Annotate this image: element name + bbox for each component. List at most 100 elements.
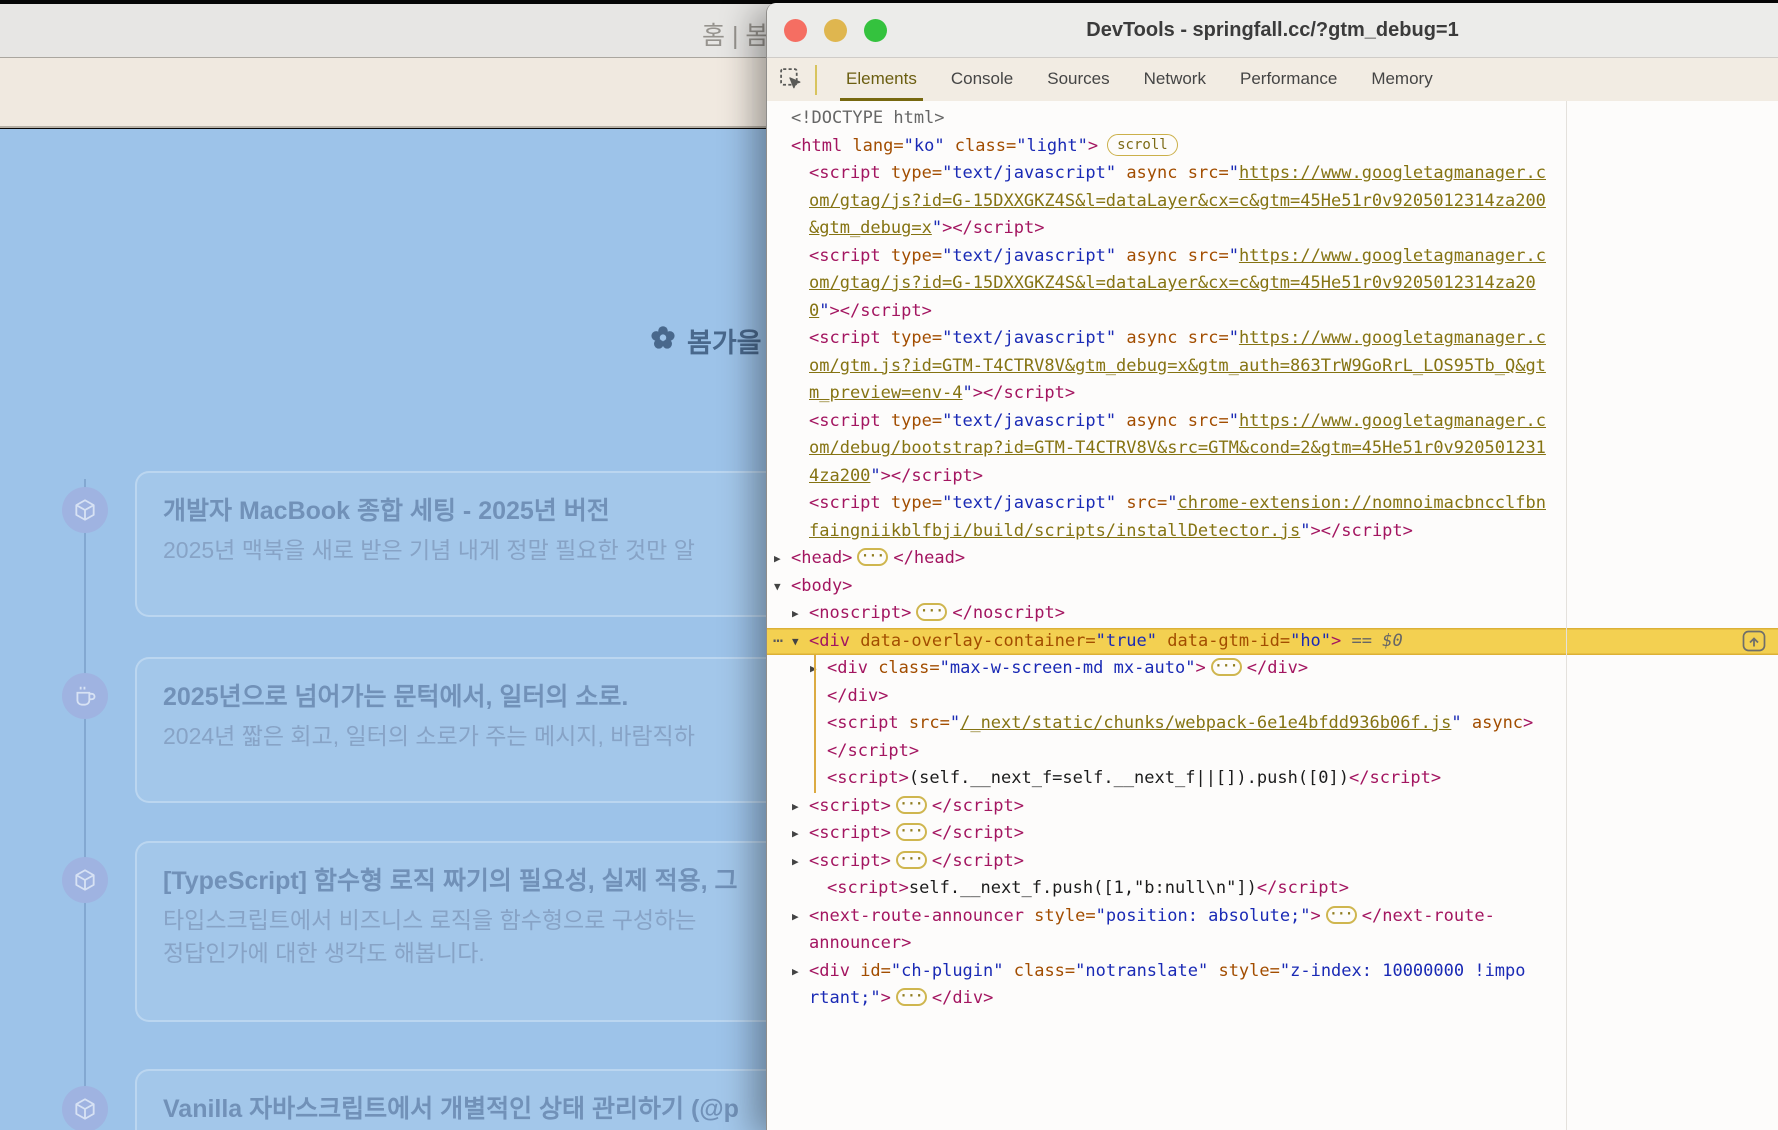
dom-tree-row[interactable]: <script type="text/javascript" async src… (767, 243, 1778, 271)
dom-tree-row[interactable]: <script>(self.__next_f=self.__next_f||[]… (767, 765, 1778, 793)
dom-tree-row[interactable]: ▶<head>···</head> (767, 545, 1778, 573)
expand-arrow-icon[interactable]: ▶ (792, 820, 799, 848)
code-token: </div> (932, 988, 993, 1008)
dom-tree-row[interactable]: <script type="text/javascript" src="chro… (767, 490, 1778, 518)
collapse-arrow-icon[interactable]: ▼ (792, 628, 799, 656)
expand-arrow-icon[interactable]: ▶ (792, 903, 799, 931)
close-button[interactable] (784, 19, 807, 42)
dom-tree-row[interactable]: rtant;">···</div> (767, 985, 1778, 1013)
expand-arrow-icon[interactable]: ▶ (792, 958, 799, 986)
collapse-arrow-icon[interactable]: ▼ (774, 573, 781, 601)
ellipsis-icon[interactable]: ··· (896, 823, 927, 841)
post-card[interactable]: 개발자 MacBook 종합 세팅 - 2025년 버전2025년 맥북을 새로… (135, 471, 766, 617)
dom-tree-row[interactable]: announcer> (767, 930, 1778, 958)
code-token: " (819, 301, 829, 321)
dom-tree-row[interactable]: ▶<next-route-announcer style="position: … (767, 903, 1778, 931)
dom-tree-row[interactable]: ▶<div id="ch-plugin" class="notranslate"… (767, 958, 1778, 986)
tab-sources[interactable]: Sources (1030, 58, 1126, 101)
code-token: == (1341, 631, 1382, 651)
tab-console[interactable]: Console (934, 58, 1030, 101)
tree-indent-guide (814, 655, 816, 793)
dom-tree-row[interactable]: 4za200"></script> (767, 463, 1778, 491)
zoom-button[interactable] (864, 19, 887, 42)
code-token: /_next/static/chunks/webpack-6e1e4bfdd93… (960, 713, 1451, 733)
dom-tree-row[interactable]: <html lang="ko" class="light">scroll (767, 133, 1778, 161)
dom-tree-row[interactable]: ▶<script>···</script> (767, 820, 1778, 848)
ellipsis-icon[interactable]: ··· (1211, 658, 1242, 676)
dom-tree-row[interactable]: ▶<div class="max-w-screen-md mx-auto">··… (767, 655, 1778, 683)
post-card[interactable]: Vanilla 자바스크립트에서 개별적인 상태 관리하기 (@p상태 관리에 … (135, 1069, 766, 1130)
ellipsis-icon[interactable]: ··· (857, 548, 888, 566)
tab-network[interactable]: Network (1127, 58, 1223, 101)
dom-tree-row-selected[interactable]: ⋯▼<div data-overlay-container="true" dat… (767, 628, 1778, 656)
ellipsis-icon[interactable]: ··· (896, 796, 927, 814)
dom-tree-row[interactable]: <script type="text/javascript" async src… (767, 160, 1778, 188)
ellipsis-icon[interactable]: ··· (896, 988, 927, 1006)
dom-tree-row[interactable]: </div> (767, 683, 1778, 711)
dom-tree-row[interactable]: <script type="text/javascript" async src… (767, 408, 1778, 436)
code-token: </div> (827, 686, 888, 706)
devtools-titlebar[interactable]: DevTools - springfall.cc/?gtm_debug=1 (767, 3, 1778, 58)
dom-tree-row[interactable]: om/gtag/js?id=G-15DXXGKZ4S&l=dataLayer&c… (767, 270, 1778, 298)
code-token: src= (1178, 163, 1229, 183)
code-token: &gtm_debug=x (809, 218, 932, 238)
ellipsis-icon[interactable]: ··· (916, 603, 947, 621)
code-token: " (870, 466, 880, 486)
post-card[interactable]: [TypeScript] 함수형 로직 짜기의 필요성, 실제 적용, 그타입스… (135, 841, 766, 1022)
dom-tree-row[interactable]: ▶<script>···</script> (767, 793, 1778, 821)
tab-memory[interactable]: Memory (1354, 58, 1449, 101)
post-title: [TypeScript] 함수형 로직 짜기의 필요성, 실제 적용, 그 (163, 865, 766, 897)
dom-tree-row[interactable]: <script>self.__next_f.push([1,"b:null\n"… (767, 875, 1778, 903)
code-token: <head> (791, 548, 852, 568)
row-menu-dots-icon[interactable]: ⋯ (773, 628, 783, 656)
code-token: > (1311, 906, 1321, 926)
dom-tree-row[interactable]: </script> (767, 738, 1778, 766)
expand-arrow-icon[interactable]: ▶ (774, 545, 781, 573)
minimize-button[interactable] (824, 19, 847, 42)
expand-arrow-icon[interactable]: ▶ (792, 793, 799, 821)
expand-arrow-icon[interactable]: ▶ (792, 848, 799, 876)
post-title: 개발자 MacBook 종합 세팅 - 2025년 버전 (163, 495, 766, 527)
dom-tree-row[interactable]: 0"></script> (767, 298, 1778, 326)
code-token: " (932, 218, 942, 238)
dom-tree-row[interactable]: <script type="text/javascript" async src… (767, 325, 1778, 353)
dom-tree-row[interactable]: om/gtag/js?id=G-15DXXGKZ4S&l=dataLayer&c… (767, 188, 1778, 216)
code-token: <div (809, 631, 850, 651)
dom-tree[interactable]: <!DOCTYPE html><html lang="ko" class="li… (767, 101, 1778, 1130)
dom-tree-row[interactable]: ▼<body> (767, 573, 1778, 601)
code-token: om/gtm.js?id=GTM-T4CTRV8V&gtm_debug=x&gt… (809, 356, 1546, 376)
code-token: https://www.googletagmanager.c (1239, 411, 1546, 431)
tab-elements[interactable]: Elements (829, 58, 934, 101)
dom-tree-row[interactable]: <!DOCTYPE html> (767, 105, 1778, 133)
dom-tree-row[interactable]: ▶<noscript>···</noscript> (767, 600, 1778, 628)
scroll-badge[interactable]: scroll (1107, 134, 1178, 156)
dom-tree-row[interactable]: om/gtm.js?id=GTM-T4CTRV8V&gtm_debug=x&gt… (767, 353, 1778, 381)
scrollbar[interactable] (1566, 101, 1567, 1130)
dom-tree-row[interactable]: faingniikblfbji/build/scripts/installDet… (767, 518, 1778, 546)
code-token: om/gtag/js?id=G-15DXXGKZ4S&l=dataLayer&c… (809, 273, 1536, 293)
code-token: id= (850, 961, 891, 981)
expand-arrow-icon[interactable]: ▶ (792, 600, 799, 628)
dom-tree-row[interactable]: om/debug/bootstrap?id=GTM-T4CTRV8V&src=G… (767, 435, 1778, 463)
toolbar-separator (815, 65, 817, 95)
dom-tree-row[interactable]: ▶<script>···</script> (767, 848, 1778, 876)
code-token: "text/javascript" (942, 493, 1116, 513)
code-token: > (1523, 713, 1533, 733)
ellipsis-icon[interactable]: ··· (896, 851, 927, 869)
dom-tree-row[interactable]: m_preview=env-4"></script> (767, 380, 1778, 408)
code-token: </script> (932, 796, 1024, 816)
code-token: <script> (827, 768, 909, 788)
code-token: </script> (932, 851, 1024, 871)
page-viewport: 봄가을 개발자 MacBook 종합 세팅 - 2025년 버전2025년 맥북… (0, 129, 766, 1130)
post-title: Vanilla 자바스크립트에서 개별적인 상태 관리하기 (@p (163, 1093, 766, 1125)
code-token: </script> (1257, 878, 1349, 898)
dom-tree-row[interactable]: <script src="/_next/static/chunks/webpac… (767, 710, 1778, 738)
package-icon (62, 1086, 108, 1130)
tab-performance[interactable]: Performance (1223, 58, 1354, 101)
site-header[interactable]: 봄가을 (648, 321, 762, 360)
code-token: ></script> (942, 218, 1044, 238)
post-card[interactable]: 2025년으로 넘어가는 문턱에서, 일터의 소로.2024년 짧은 회고, 일… (135, 657, 766, 803)
inspect-element-icon[interactable] (779, 67, 804, 92)
dom-tree-row[interactable]: &gtm_debug=x"></script> (767, 215, 1778, 243)
ellipsis-icon[interactable]: ··· (1326, 906, 1357, 924)
